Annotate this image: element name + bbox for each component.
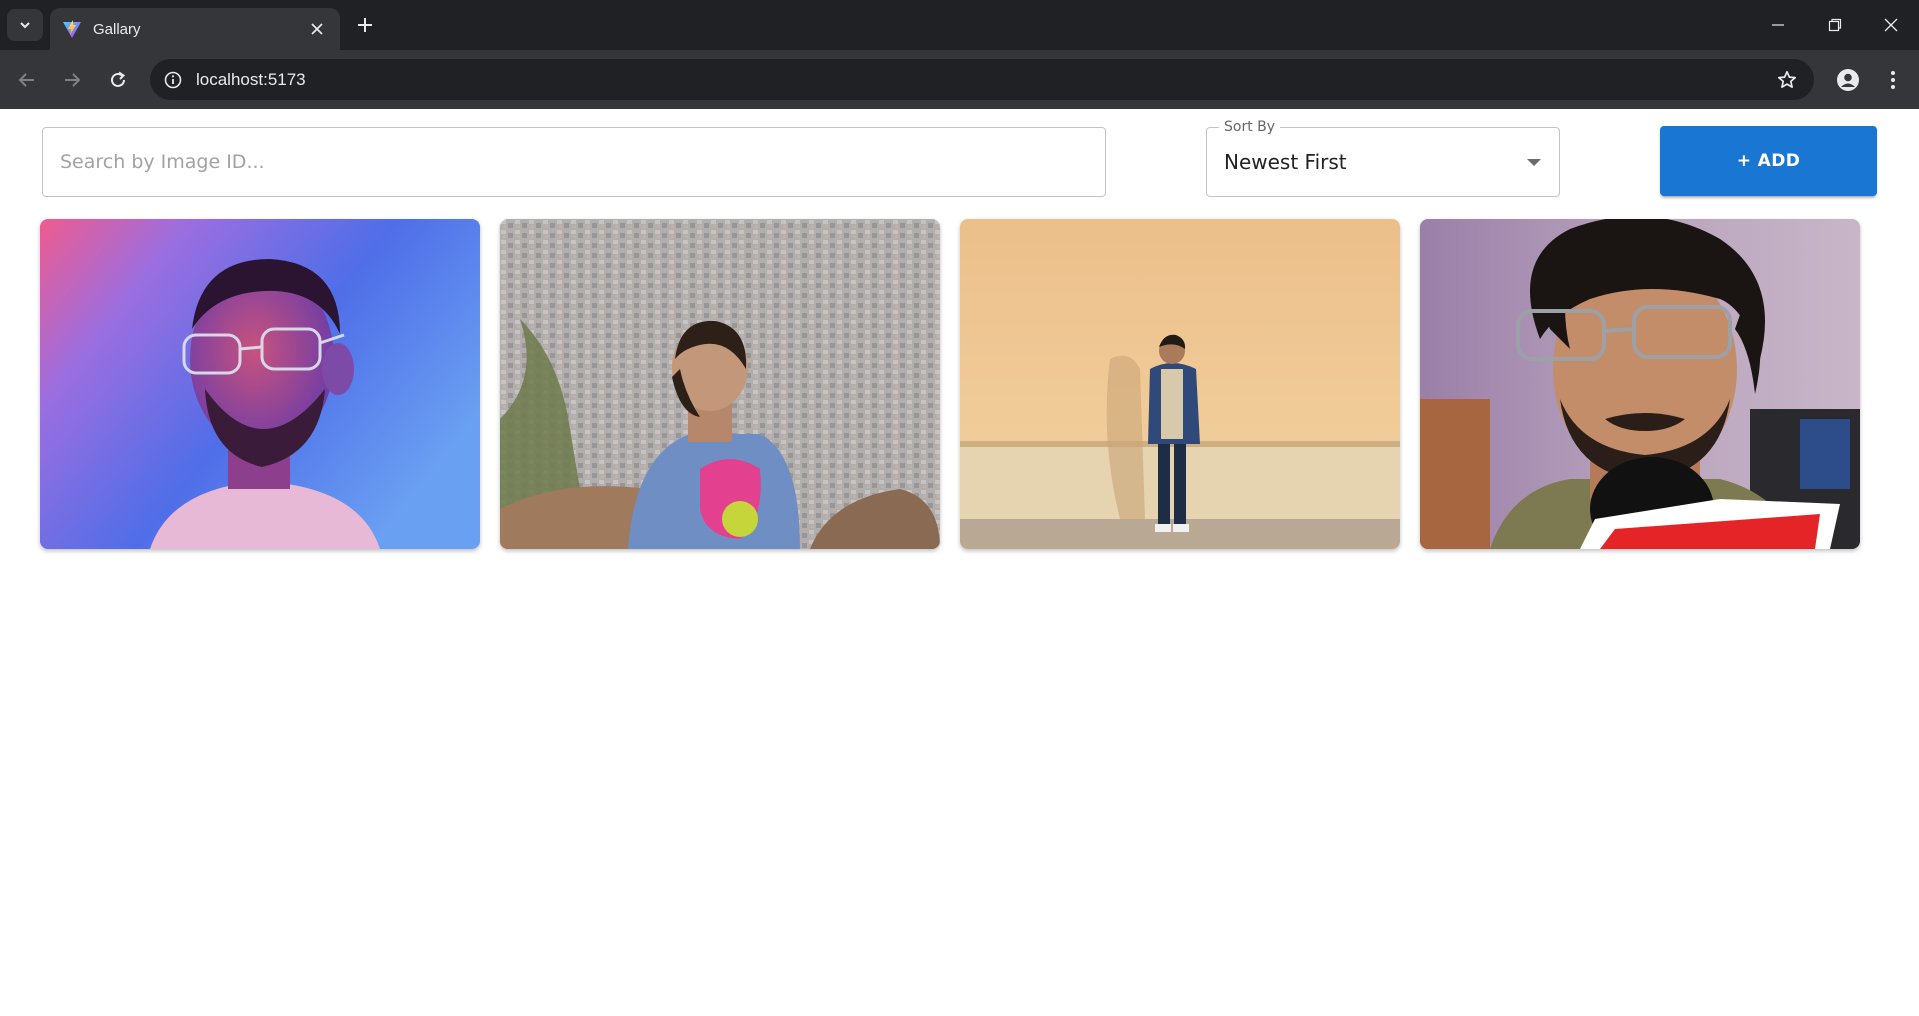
browser-tab-strip: Gallary	[0, 0, 1919, 50]
minimize-window-button[interactable]	[1765, 12, 1791, 38]
chevron-down-icon	[20, 22, 30, 29]
back-button[interactable]	[12, 65, 42, 95]
reload-button[interactable]	[103, 65, 133, 95]
browser-menu-button[interactable]	[1878, 65, 1908, 95]
sort-select[interactable]: Sort By Newest First	[1206, 118, 1560, 197]
restore-window-button[interactable]	[1822, 12, 1848, 38]
gallery-image	[40, 219, 480, 549]
reload-icon	[111, 71, 126, 87]
minimize-icon	[1772, 24, 1784, 26]
profile-icon	[1837, 69, 1859, 91]
close-tab-icon[interactable]	[306, 18, 328, 40]
bookmark-star-icon[interactable]	[1774, 67, 1800, 93]
more-vertical-icon	[1891, 71, 1895, 89]
close-icon	[1884, 18, 1898, 32]
search-field[interactable]	[42, 127, 1106, 197]
browser-tab[interactable]: Gallary	[50, 8, 340, 50]
image-gallery	[40, 219, 1880, 551]
arrow-left-icon	[18, 73, 34, 87]
close-window-button[interactable]	[1878, 12, 1904, 38]
new-tab-button[interactable]	[352, 12, 378, 38]
gallery-image-card[interactable]	[960, 219, 1400, 549]
url-text[interactable]: localhost:5173	[196, 70, 1774, 90]
tab-search-button[interactable]	[7, 9, 43, 41]
tab-title: Gallary	[93, 20, 141, 38]
forward-button[interactable]	[57, 65, 87, 95]
dropdown-arrow-icon	[1527, 159, 1541, 166]
plus-icon	[358, 18, 372, 32]
gallery-image	[500, 219, 940, 549]
page-content: Sort By Newest First + ADD	[0, 109, 1919, 1016]
arrow-right-icon	[65, 73, 81, 87]
gallery-image-card[interactable]	[500, 219, 940, 549]
sort-selected-value: Newest First	[1224, 150, 1347, 174]
search-input[interactable]	[43, 128, 1105, 196]
gallery-image-card[interactable]	[1420, 219, 1860, 549]
site-info-icon[interactable]	[162, 69, 184, 91]
gallery-image	[960, 219, 1400, 549]
profile-button[interactable]	[1833, 65, 1863, 95]
add-image-button[interactable]: + ADD	[1660, 126, 1877, 196]
vite-favicon-icon	[62, 19, 82, 39]
restore-icon	[1828, 18, 1842, 32]
browser-toolbar: localhost:5173	[0, 50, 1919, 109]
address-bar[interactable]: localhost:5173	[150, 59, 1814, 100]
gallery-image-card[interactable]	[40, 219, 480, 549]
gallery-image	[1420, 219, 1860, 549]
